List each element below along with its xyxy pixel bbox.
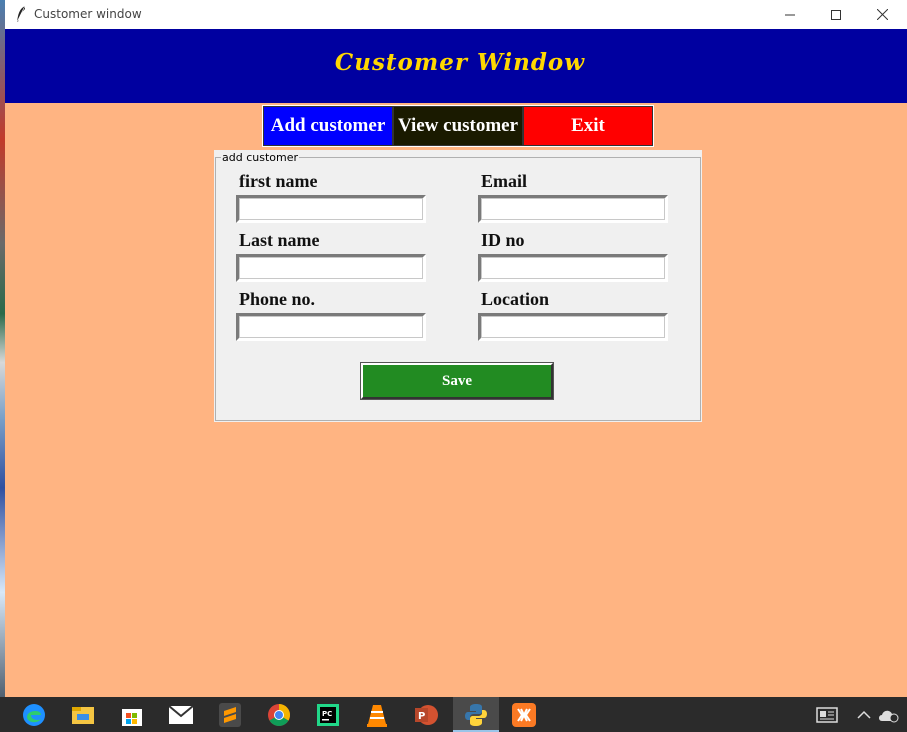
microsoft-store-icon[interactable] xyxy=(119,702,145,728)
maximize-icon xyxy=(831,9,841,20)
mail-icon[interactable] xyxy=(168,702,194,728)
taskbar: PC P xyxy=(0,697,907,732)
nav-bar: Add customer View customer Exit xyxy=(262,105,654,147)
phone-label: Phone no. xyxy=(239,289,316,309)
python-icon[interactable] xyxy=(463,702,489,728)
title-bar[interactable]: Customer window xyxy=(5,0,907,29)
file-explorer-icon[interactable] xyxy=(70,702,96,728)
svg-text:PC: PC xyxy=(322,710,332,718)
email-field-frame xyxy=(478,195,668,223)
id-no-field-frame xyxy=(478,254,668,282)
location-label: Location xyxy=(481,289,550,309)
header-banner: Customer Window xyxy=(5,29,907,103)
customer-window: Customer window Customer Window Add cust… xyxy=(5,0,907,697)
maximize-button[interactable] xyxy=(813,0,859,29)
chevron-up-icon[interactable] xyxy=(851,702,877,728)
email-input[interactable] xyxy=(481,198,665,220)
minimize-button[interactable] xyxy=(767,0,813,29)
onedrive-icon[interactable] xyxy=(876,702,902,728)
sublime-text-icon[interactable] xyxy=(217,702,243,728)
page-title: Customer Window xyxy=(334,49,586,76)
first-name-field-frame xyxy=(236,195,426,223)
edge-icon[interactable] xyxy=(21,702,47,728)
first-name-input[interactable] xyxy=(239,198,423,220)
add-customer-button[interactable]: Add customer xyxy=(263,106,393,146)
id-no-label: ID no xyxy=(481,230,525,250)
save-button[interactable]: Save xyxy=(360,362,554,400)
close-icon xyxy=(876,9,888,20)
feather-icon xyxy=(16,5,26,23)
location-field-frame xyxy=(478,313,668,341)
first-name-label: first name xyxy=(239,171,318,191)
close-button[interactable] xyxy=(859,0,905,29)
last-name-label: Last name xyxy=(239,230,320,250)
powerpoint-icon[interactable]: P xyxy=(413,702,439,728)
view-customer-button[interactable]: View customer xyxy=(393,106,523,146)
id-no-input[interactable] xyxy=(481,257,665,279)
frame-legend: add customer xyxy=(221,150,300,165)
minimize-icon xyxy=(785,14,795,15)
add-customer-frame: add customer first name Email Last name … xyxy=(214,150,702,422)
news-icon[interactable] xyxy=(815,702,841,728)
last-name-field-frame xyxy=(236,254,426,282)
last-name-input[interactable] xyxy=(239,257,423,279)
svg-text:P: P xyxy=(418,711,425,722)
exit-button[interactable]: Exit xyxy=(523,106,653,146)
phone-field-frame xyxy=(236,313,426,341)
email-label: Email xyxy=(481,171,528,191)
vlc-icon[interactable] xyxy=(364,702,390,728)
pycharm-icon[interactable]: PC xyxy=(315,702,341,728)
window-title: Customer window xyxy=(34,7,142,21)
xampp-icon[interactable] xyxy=(511,702,537,728)
location-input[interactable] xyxy=(481,316,665,338)
chrome-icon[interactable] xyxy=(266,702,292,728)
phone-input[interactable] xyxy=(239,316,423,338)
